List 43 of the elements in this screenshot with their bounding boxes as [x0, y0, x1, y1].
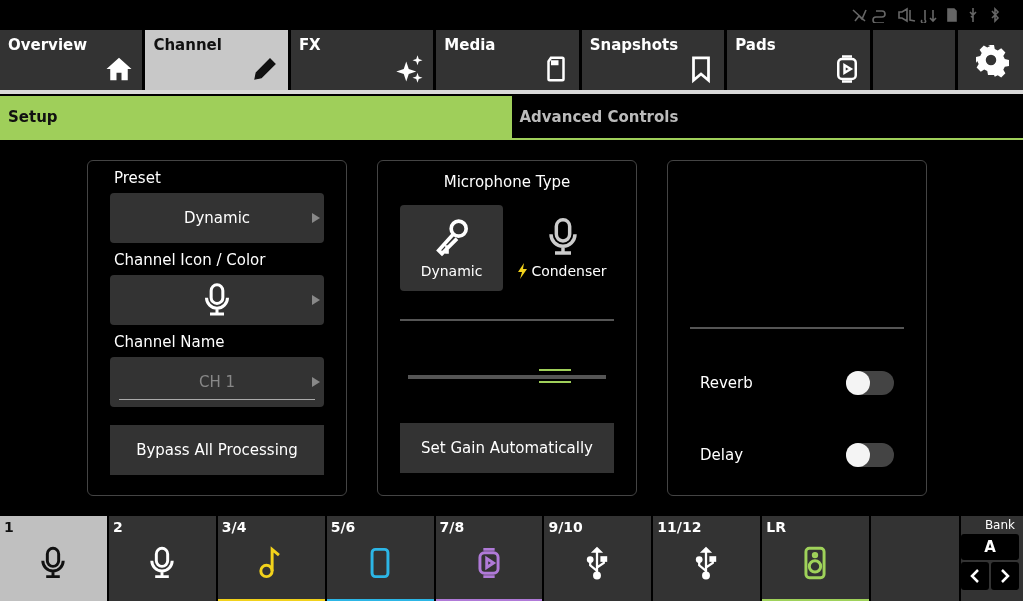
sub-tab[interactable]: Setup — [0, 96, 512, 138]
send-label: Reverb — [700, 373, 753, 392]
channel-name-field[interactable]: CH 1 — [110, 357, 324, 407]
nav-tab[interactable]: Media — [436, 30, 579, 90]
nav-tab[interactable]: FX — [290, 30, 434, 90]
bank-label: Bank — [984, 518, 1016, 532]
nav-tab[interactable]: Pads — [727, 30, 870, 90]
arrow-icon — [312, 295, 320, 305]
channel-strip[interactable]: LR — [762, 516, 870, 601]
slider-thumb[interactable] — [538, 368, 571, 383]
next-bank-button[interactable] — [991, 562, 1020, 590]
nav-tab[interactable]: Channel — [145, 30, 288, 90]
nav-tab[interactable]: Overview — [0, 30, 143, 90]
microphone-type-title: Microphone Type — [442, 173, 572, 191]
auto-gain-button[interactable]: Set Gain Automatically — [400, 422, 614, 473]
settings-button[interactable] — [958, 30, 1023, 90]
preset-label: Preset — [114, 169, 162, 187]
toggle-switch[interactable] — [846, 370, 894, 395]
previous-bank-button[interactable] — [961, 562, 990, 590]
chevron-right-icon — [999, 568, 1012, 584]
lightning-icon — [518, 263, 528, 279]
channel-strip[interactable]: 1 — [0, 516, 107, 601]
chevron-left-icon — [969, 568, 982, 584]
preset-selector[interactable]: Dynamic — [110, 193, 324, 243]
microphone-option[interactable]: Dynamic — [400, 205, 503, 291]
channel-icon-label: Channel Icon / Color — [114, 251, 267, 269]
arrow-icon — [312, 377, 320, 387]
microphone-option[interactable]: Condenser — [511, 205, 614, 291]
channel-strip[interactable]: 11/12 — [653, 516, 761, 601]
toggle-switch[interactable] — [846, 442, 894, 467]
microphone-icon — [203, 282, 231, 318]
arrow-icon — [312, 213, 320, 223]
channel-name-label: Channel Name — [114, 333, 226, 351]
channel-strip[interactable]: 3/4 — [217, 516, 325, 601]
channel-icon-selector[interactable] — [110, 275, 324, 325]
send-label: Delay — [700, 445, 743, 464]
channel-strip[interactable]: 7/8 — [435, 516, 543, 601]
channel-strip[interactable]: 5/6 — [326, 516, 434, 601]
bypass-button[interactable]: Bypass All Processing — [110, 425, 324, 475]
channel-strip[interactable]: 2 — [108, 516, 216, 601]
nav-tab[interactable]: Snapshots — [581, 30, 725, 90]
bank-button[interactable]: A — [961, 534, 1020, 560]
channel-strip[interactable]: 9/10 — [544, 516, 652, 601]
